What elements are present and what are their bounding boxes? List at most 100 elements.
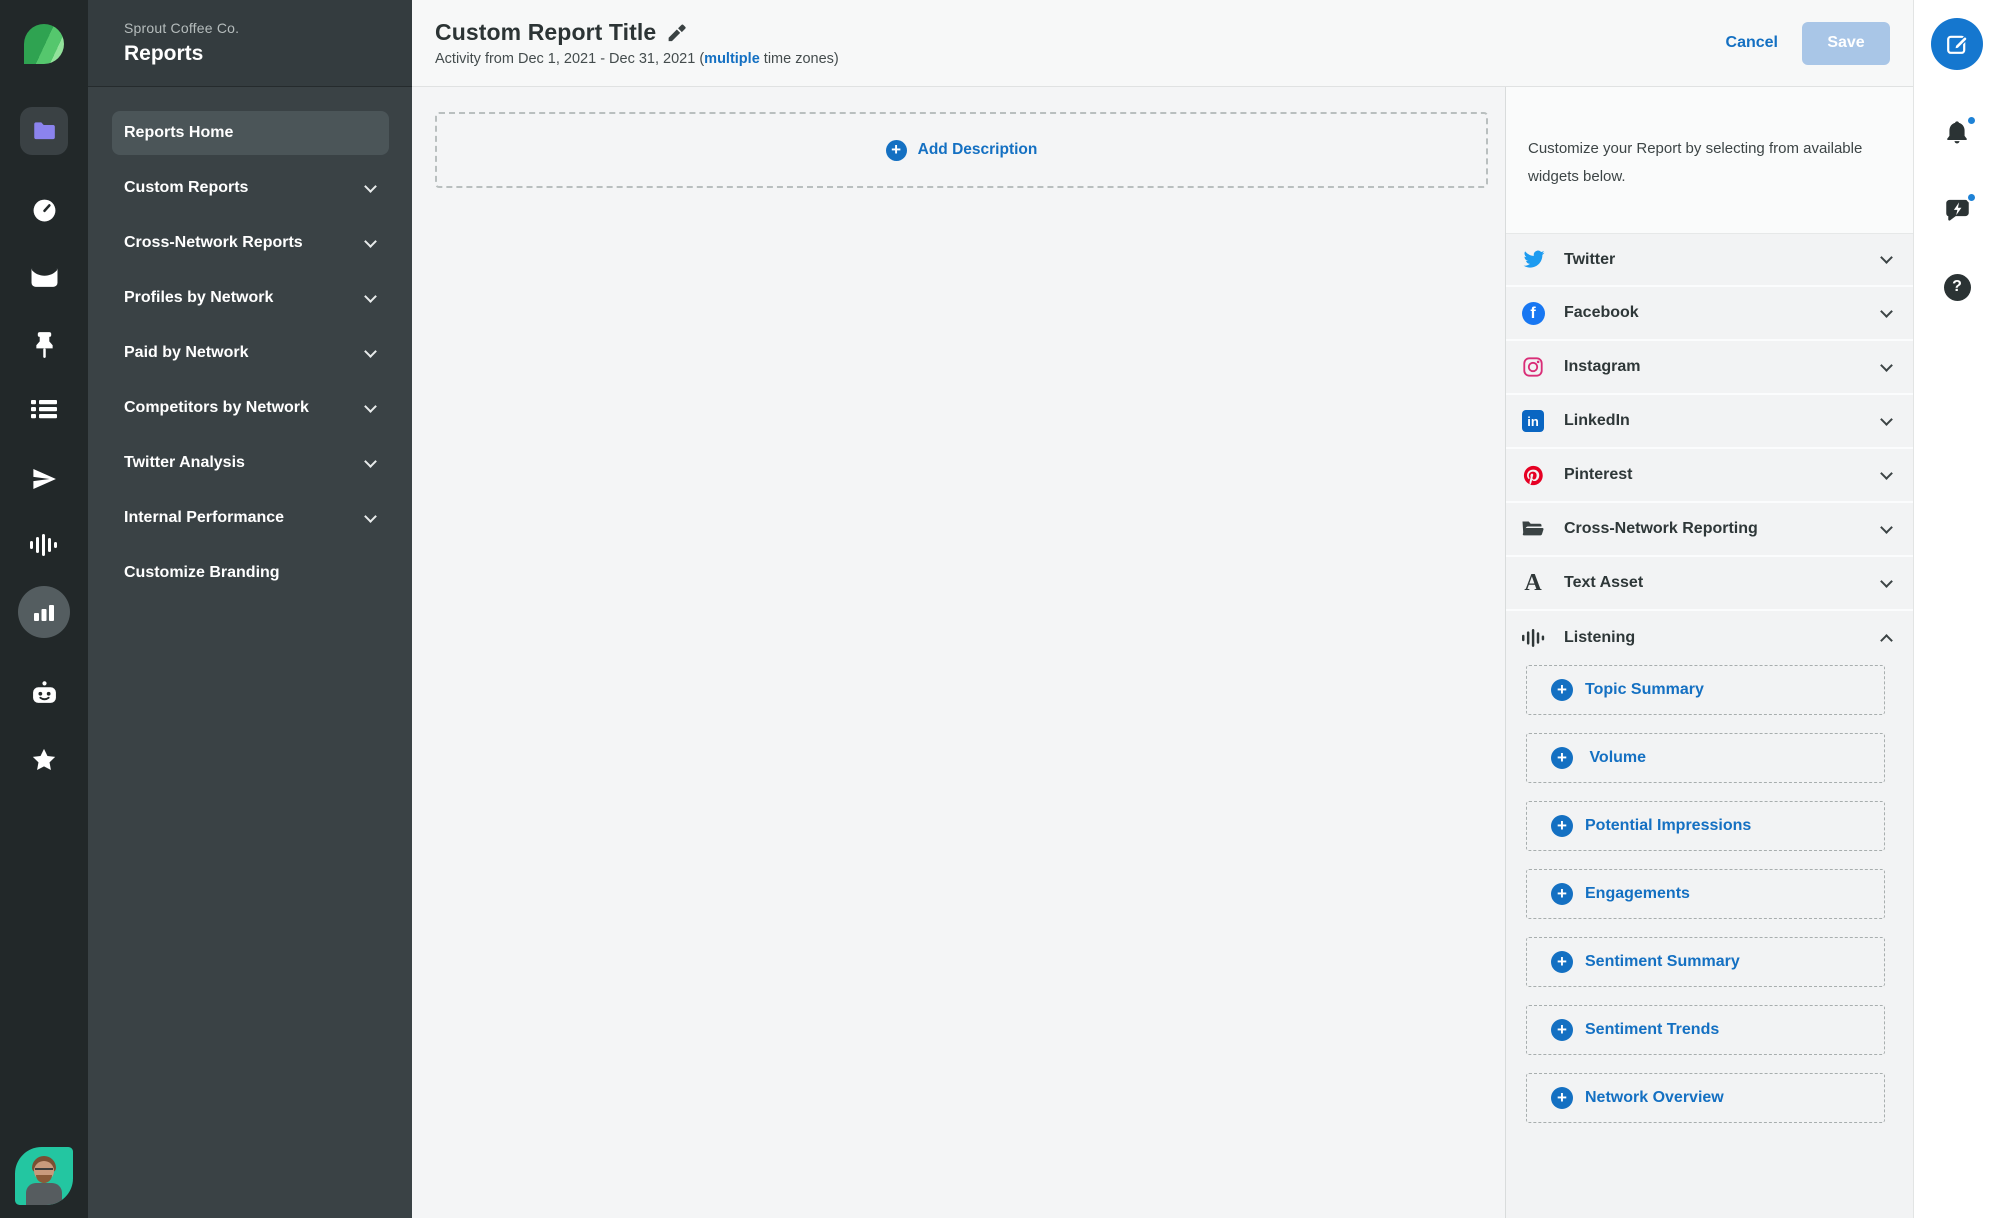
sidebar-item-label: Cross-Network Reports bbox=[124, 234, 303, 251]
add-widget-sentiment-trends[interactable]: Sentiment Trends bbox=[1526, 1005, 1885, 1055]
waveform-icon bbox=[1521, 626, 1545, 650]
robot-icon bbox=[32, 681, 56, 703]
chevron-down-icon bbox=[364, 344, 377, 358]
add-widget-topic-summary[interactable]: Topic Summary bbox=[1526, 665, 1885, 715]
accordion-linkedin[interactable]: LinkedIn bbox=[1506, 395, 1913, 449]
add-widget-potential-impressions[interactable]: Potential Impressions bbox=[1526, 801, 1885, 851]
sidebar-item-profiles-by-network[interactable]: Profiles by Network bbox=[112, 276, 389, 320]
sidebar-item-twitter-analysis[interactable]: Twitter Analysis bbox=[112, 441, 389, 485]
widget-label: Sentiment Summary bbox=[1585, 953, 1740, 970]
accordion-listening[interactable]: Listening bbox=[1506, 611, 1913, 665]
nav-tasks-list[interactable] bbox=[31, 399, 57, 423]
edit-pencil-icon[interactable] bbox=[666, 22, 687, 43]
sidebar-item-cross-network-reports[interactable]: Cross-Network Reports bbox=[112, 221, 389, 265]
accordion-label: Instagram bbox=[1564, 358, 1641, 375]
plus-icon bbox=[1551, 747, 1573, 769]
chevron-down-icon bbox=[364, 234, 377, 248]
text-asset-icon bbox=[1521, 571, 1545, 595]
accordion-instagram[interactable]: Instagram bbox=[1506, 341, 1913, 395]
widgets-panel: Customize your Report by selecting from … bbox=[1505, 87, 1913, 1218]
facebook-icon bbox=[1521, 301, 1545, 325]
nav-reports-active[interactable] bbox=[18, 586, 70, 638]
sidebar-item-label: Custom Reports bbox=[124, 179, 249, 196]
chevron-down-icon bbox=[1880, 520, 1893, 534]
sidebar-item-customize-branding[interactable]: Customize Branding bbox=[112, 551, 389, 595]
list-icon bbox=[31, 400, 57, 419]
accordion-label: Cross-Network Reporting bbox=[1564, 520, 1758, 537]
report-title-block: Custom Report Title Activity from Dec 1,… bbox=[435, 19, 839, 67]
date-range-suffix: time zones) bbox=[759, 51, 839, 67]
nav-publishing[interactable] bbox=[33, 332, 56, 358]
user-avatar[interactable] bbox=[15, 1147, 73, 1205]
chevron-down-icon bbox=[1880, 574, 1893, 588]
open-folder-icon bbox=[1521, 517, 1545, 541]
sidebar-header: Sprout Coffee Co. Reports bbox=[88, 0, 412, 87]
report-canvas: Add Description bbox=[412, 87, 1505, 1218]
avatar-glasses bbox=[35, 1168, 53, 1173]
chevron-up-icon bbox=[1880, 634, 1893, 647]
nav-automation-bot[interactable] bbox=[31, 681, 58, 705]
inbox-icon bbox=[31, 265, 57, 287]
add-widget-engagements[interactable]: Engagements bbox=[1526, 869, 1885, 919]
sprout-logo-icon[interactable] bbox=[24, 24, 64, 64]
accordion-label: Twitter bbox=[1564, 250, 1616, 268]
sidebar-item-label: Internal Performance bbox=[124, 509, 285, 526]
pinterest-icon bbox=[1521, 463, 1545, 487]
plus-icon bbox=[885, 139, 907, 161]
pin-icon bbox=[35, 332, 53, 358]
nav-listening[interactable] bbox=[30, 533, 58, 557]
header-actions: Cancel Save bbox=[1726, 21, 1890, 65]
plus-icon bbox=[1551, 1087, 1573, 1109]
nav-favorites[interactable] bbox=[31, 748, 57, 772]
gauge-icon bbox=[33, 199, 55, 222]
star-icon bbox=[32, 748, 56, 771]
save-button[interactable]: Save bbox=[1802, 21, 1890, 65]
accordion-twitter[interactable]: Twitter bbox=[1506, 233, 1913, 287]
accordion-text-asset[interactable]: Text Asset bbox=[1506, 557, 1913, 611]
widget-label: Engagements bbox=[1585, 885, 1690, 902]
add-description-button[interactable]: Add Description bbox=[435, 112, 1488, 188]
send-icon bbox=[33, 469, 56, 489]
accordion-facebook[interactable]: Facebook bbox=[1506, 287, 1913, 341]
accordion-label: Pinterest bbox=[1564, 466, 1633, 483]
chevron-down-icon bbox=[1880, 304, 1893, 318]
plus-icon bbox=[1551, 883, 1573, 905]
sidebar-item-reports-home[interactable]: Reports Home bbox=[112, 111, 389, 155]
sidebar-item-reports-folder[interactable] bbox=[20, 107, 68, 155]
chevron-down-icon bbox=[1880, 412, 1893, 426]
accordion-label: Text Asset bbox=[1564, 574, 1644, 591]
widgets-panel-intro: Customize your Report by selecting from … bbox=[1528, 140, 1863, 185]
sidebar-item-paid-by-network[interactable]: Paid by Network bbox=[112, 331, 389, 375]
add-description-label: Add Description bbox=[917, 141, 1038, 158]
chevron-down-icon bbox=[1880, 251, 1893, 264]
sidebar-item-competitors-by-network[interactable]: Competitors by Network bbox=[112, 386, 389, 430]
chevron-down-icon bbox=[1880, 358, 1893, 372]
widget-label: Volume bbox=[1585, 749, 1647, 766]
accordion-cross-network-reporting[interactable]: Cross-Network Reporting bbox=[1506, 503, 1913, 557]
plus-icon bbox=[1551, 1019, 1573, 1041]
multiple-timezones-link[interactable]: multiple bbox=[704, 51, 760, 67]
report-builder-region: Custom Report Title Activity from Dec 1,… bbox=[412, 0, 1913, 1218]
chevron-down-icon bbox=[1880, 466, 1893, 480]
cancel-button[interactable]: Cancel bbox=[1726, 34, 1778, 52]
help-button[interactable] bbox=[1943, 273, 1971, 301]
add-widget-network-overview[interactable]: Network Overview bbox=[1526, 1073, 1885, 1123]
add-widget-volume[interactable]: Volume bbox=[1526, 733, 1885, 783]
sidebar-item-internal-performance[interactable]: Internal Performance bbox=[112, 496, 389, 540]
accordion-label: Listening bbox=[1564, 629, 1636, 646]
chevron-down-icon bbox=[364, 179, 377, 193]
app-window: Sprout Coffee Co. Reports Reports Home C… bbox=[0, 0, 2000, 1218]
avatar-beard bbox=[36, 1175, 52, 1183]
nav-publish-send[interactable] bbox=[31, 466, 57, 490]
sidebar-item-label: Twitter Analysis bbox=[124, 454, 245, 471]
accordion-listening-expanded: Listening Topic Summary Volume Potential… bbox=[1506, 611, 1913, 1218]
sidebar-item-custom-reports[interactable]: Custom Reports bbox=[112, 166, 389, 210]
nav-dashboard[interactable] bbox=[32, 198, 57, 222]
compose-button[interactable] bbox=[1931, 18, 1983, 70]
notifications-button[interactable] bbox=[1943, 115, 1977, 147]
chevron-down-icon bbox=[364, 289, 377, 303]
nav-inbox[interactable] bbox=[31, 265, 58, 289]
feedback-button[interactable] bbox=[1944, 192, 1977, 224]
add-widget-sentiment-summary[interactable]: Sentiment Summary bbox=[1526, 937, 1885, 987]
accordion-pinterest[interactable]: Pinterest bbox=[1506, 449, 1913, 503]
